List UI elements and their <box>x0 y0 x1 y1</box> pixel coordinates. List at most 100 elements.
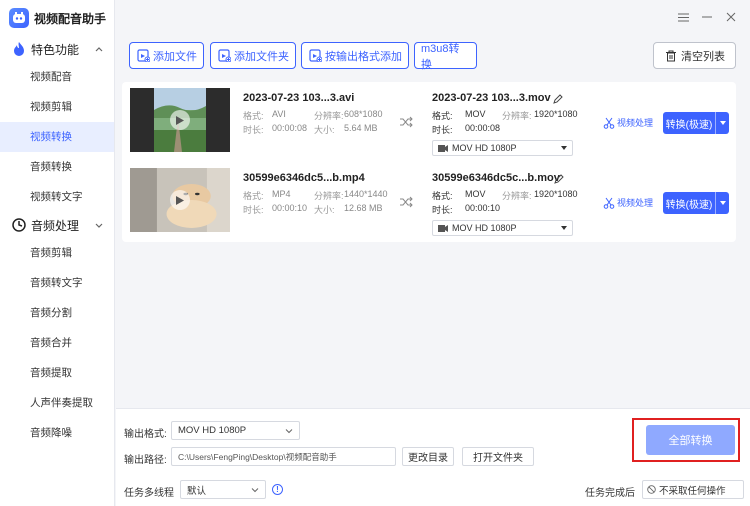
convert-fast-label: 转换(极速) <box>665 119 713 131</box>
edit-icon[interactable] <box>554 174 564 184</box>
no-action-icon <box>647 485 656 494</box>
toolbar: 添加文件 添加文件夹 按输出格式添加 m3u8转换 清空列表 <box>116 36 750 76</box>
multi-thread-select[interactable]: 默认 <box>180 480 266 499</box>
video-process-link[interactable]: 视频处理 <box>603 116 653 129</box>
sidebar-item-audio-convert[interactable]: 音频转换 <box>0 152 114 182</box>
output-format-label: 格式: <box>432 191 453 201</box>
scissors-icon <box>603 197 615 209</box>
chevron-down-icon <box>285 429 293 434</box>
convert-fast-button[interactable]: 转换(极速) <box>663 192 729 214</box>
source-duration-label: 时长: <box>243 205 264 215</box>
convert-arrow-icon <box>400 196 413 208</box>
sidebar-item-audio-denoise[interactable]: 音频降噪 <box>0 418 114 448</box>
output-preset-select[interactable]: MOV HD 1080P <box>432 140 573 156</box>
m3u8-convert-button[interactable]: m3u8转换 <box>414 42 477 71</box>
output-path-label: 输出路径: <box>124 455 167 466</box>
add-folder-button[interactable]: 添加文件夹 <box>210 42 296 69</box>
source-format: MP4 <box>272 189 291 199</box>
video-thumbnail[interactable] <box>130 88 230 152</box>
add-folder-icon <box>217 49 231 63</box>
add-file-button[interactable]: 添加文件 <box>129 42 204 69</box>
source-format: AVI <box>272 109 286 119</box>
sidebar-item-vocal-extract[interactable]: 人声伴奏提取 <box>0 388 114 418</box>
source-filename: 2023-07-23 103...3.avi <box>243 92 355 104</box>
add-file-label: 添加文件 <box>153 50 197 63</box>
add-by-format-button[interactable]: 按输出格式添加 <box>301 42 409 69</box>
file-row: 30599e6346dc5...b.mp4 格式: MP4 分辨率: 1440*… <box>122 162 736 242</box>
caret-down-icon <box>561 146 567 150</box>
on-complete-select[interactable]: 不采取任何操作 <box>642 480 744 499</box>
video-camera-icon <box>438 224 448 232</box>
clock-icon <box>12 218 26 232</box>
convert-fast-label: 转换(极速) <box>665 199 713 211</box>
video-camera-icon <box>438 144 448 152</box>
caret-down-icon <box>561 226 567 230</box>
source-filename: 30599e6346dc5...b.mp4 <box>243 172 365 184</box>
play-icon[interactable] <box>170 110 190 130</box>
flame-icon <box>12 42 26 56</box>
multi-thread-label: 任务多线程 <box>124 488 174 499</box>
sidebar-item-audio-extract[interactable]: 音频提取 <box>0 358 114 388</box>
trash-icon <box>664 49 678 63</box>
add-by-format-label: 按输出格式添加 <box>325 50 402 63</box>
sidebar-group-featured[interactable]: 特色功能 <box>0 36 114 62</box>
source-format-label: 格式: <box>243 191 264 201</box>
open-folder-button[interactable]: 打开文件夹 <box>462 447 534 466</box>
sidebar-item-video-convert[interactable]: 视频转换 <box>0 122 114 152</box>
convert-options-dropdown[interactable] <box>715 192 729 214</box>
sidebar-item-audio-merge[interactable]: 音频合并 <box>0 328 114 358</box>
sidebar-group-audio[interactable]: 音频处理 <box>0 212 114 238</box>
file-list: 2023-07-23 103...3.avi 格式: AVI 分辨率: 608*… <box>122 82 736 242</box>
output-preset-select[interactable]: MOV HD 1080P <box>432 220 573 236</box>
output-format-select[interactable]: MOV HD 1080P <box>171 421 300 440</box>
video-process-link[interactable]: 视频处理 <box>603 196 653 209</box>
play-icon[interactable] <box>170 190 190 210</box>
convert-fast-button[interactable]: 转换(极速) <box>663 112 729 134</box>
output-format-value: MOV HD 1080P <box>178 425 247 436</box>
source-format-label: 格式: <box>243 111 264 121</box>
source-size: 5.64 MB <box>344 123 378 133</box>
source-duration: 00:00:08 <box>272 123 308 133</box>
sidebar-item-video-editing[interactable]: 视频剪辑 <box>0 92 114 122</box>
source-resolution: 1440*1440 <box>344 189 388 199</box>
output-format: MOV <box>465 189 486 199</box>
minimize-icon[interactable] <box>700 10 714 24</box>
app-logo-icon <box>9 8 29 28</box>
output-path-input[interactable]: C:\Users\FengPing\Desktop\视频配音助手 <box>171 447 396 466</box>
video-thumbnail[interactable] <box>130 168 230 232</box>
output-resolution-label: 分辨率: <box>502 191 532 201</box>
output-duration-label: 时长: <box>432 125 453 135</box>
change-directory-button[interactable]: 更改目录 <box>402 447 454 466</box>
convert-options-dropdown[interactable] <box>715 112 729 134</box>
add-by-format-icon <box>308 49 322 63</box>
m3u8-label: m3u8转换 <box>421 42 460 71</box>
clear-list-button[interactable]: 清空列表 <box>653 42 736 69</box>
source-size: 12.68 MB <box>344 203 383 213</box>
caret-down-icon <box>719 201 726 205</box>
sidebar-item-video-dubbing[interactable]: 视频配音 <box>0 62 114 92</box>
sidebar-item-audio-editing[interactable]: 音频剪辑 <box>0 238 114 268</box>
on-complete-value: 不采取任何操作 <box>659 485 726 497</box>
sidebar-item-video-to-text[interactable]: 视频转文字 <box>0 182 114 212</box>
edit-icon[interactable] <box>553 94 563 104</box>
sidebar-group-label: 特色功能 <box>31 42 80 57</box>
chevron-up-icon <box>95 47 103 52</box>
scissors-icon <box>603 117 615 129</box>
output-path-value: C:\Users\FengPing\Desktop\视频配音助手 <box>178 451 337 462</box>
output-duration-label: 时长: <box>432 205 453 215</box>
sidebar-item-audio-split[interactable]: 音频分割 <box>0 298 114 328</box>
file-row: 2023-07-23 103...3.avi 格式: AVI 分辨率: 608*… <box>122 82 736 162</box>
convert-arrow-icon <box>400 116 413 128</box>
multi-thread-value: 默认 <box>187 485 207 497</box>
output-preset-value: MOV HD 1080P <box>452 143 517 153</box>
highlight-box <box>632 418 740 462</box>
on-complete-label: 任务完成后 <box>585 488 635 499</box>
caret-down-icon <box>719 121 726 125</box>
sidebar-item-audio-to-text[interactable]: 音频转文字 <box>0 268 114 298</box>
info-icon[interactable]: ! <box>272 484 283 495</box>
source-duration-label: 时长: <box>243 125 264 135</box>
output-filename: 30599e6346dc5c...b.mov <box>432 172 560 184</box>
source-resolution-label: 分辨率: <box>314 111 344 121</box>
close-icon[interactable] <box>724 10 738 24</box>
menu-icon[interactable] <box>676 10 690 24</box>
